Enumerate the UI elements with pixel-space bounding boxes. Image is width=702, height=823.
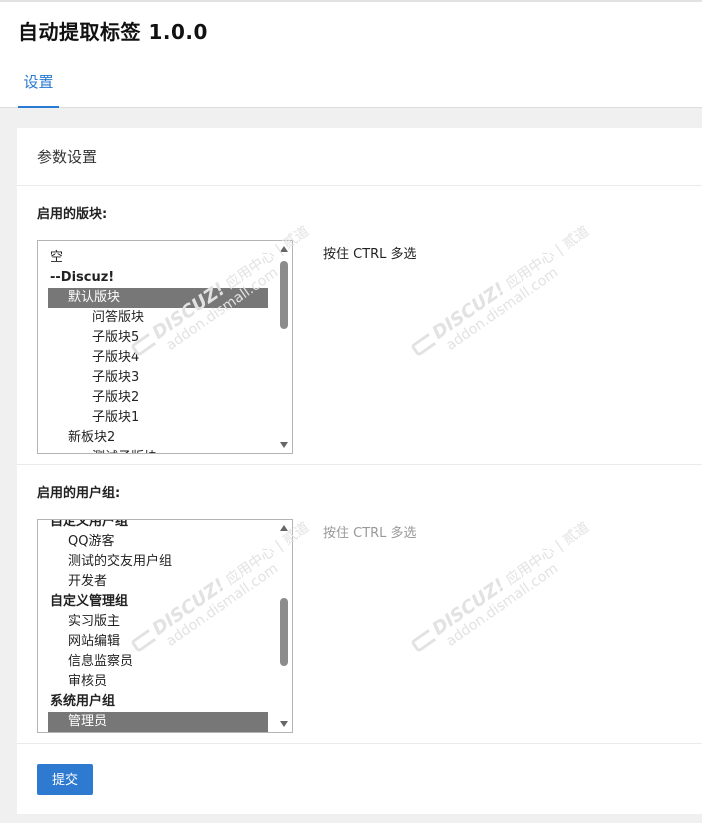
- page-header: 自动提取标签 1.0.0 设置: [0, 2, 702, 108]
- divider: [17, 185, 702, 186]
- scroll-up-arrow-icon[interactable]: [280, 525, 288, 531]
- forums-scrollbar[interactable]: [277, 241, 292, 453]
- divider: [17, 464, 702, 465]
- scroll-thumb[interactable]: [280, 261, 288, 329]
- select-option[interactable]: 问答版块: [38, 308, 278, 328]
- forums-option-list: 空 --Discuz! 默认版块 问答版块 子版块5 子版块4 子版块3 子版块2 子版块1 新板…: [38, 248, 278, 453]
- watermark: DISCUZ! 应用中心 | 贰道 addon.dismall.com: [409, 519, 601, 668]
- panel-title: 参数设置: [37, 148, 98, 166]
- select-option[interactable]: 默认版块: [48, 288, 268, 308]
- select-option[interactable]: 开发者: [38, 572, 278, 592]
- select-option[interactable]: QQ游客: [38, 532, 278, 552]
- select-option[interactable]: 实习版主: [38, 612, 278, 632]
- submit-button[interactable]: 提交: [37, 764, 93, 795]
- select-option[interactable]: 信息监察员: [38, 652, 278, 672]
- select-option[interactable]: 子版块3: [38, 368, 278, 388]
- select-option[interactable]: 子版块4: [38, 348, 278, 368]
- discuz-logo-icon: [410, 333, 437, 358]
- select-option[interactable]: 子版块2: [38, 388, 278, 408]
- select-option[interactable]: 测试子版块: [38, 448, 278, 453]
- option-group: 自定义管理组: [50, 594, 129, 609]
- usergroups-hint: 按住 CTRL 多选: [323, 526, 417, 541]
- tab-settings[interactable]: 设置: [18, 64, 59, 108]
- watermark: DISCUZ! 应用中心 | 贰道 addon.dismall.com: [409, 223, 601, 372]
- forums-select[interactable]: 空 --Discuz! 默认版块 问答版块 子版块5 子版块4 子版块3 子版块2 子版块1 新板…: [37, 240, 293, 454]
- select-option[interactable]: 子版块5: [38, 328, 278, 348]
- select-option[interactable]: 新板块2: [38, 428, 278, 448]
- usergroups-option-list: 自定义用户组 QQ游客 测试的交友用户组 开发者自定义管理组实习版主 网站编辑 信息监察员…: [38, 519, 278, 732]
- select-option[interactable]: --Discuz!: [38, 268, 278, 288]
- option-group: 自定义用户组: [50, 519, 129, 529]
- forums-label: 启用的版块:: [37, 207, 108, 222]
- page-title: 自动提取标签 1.0.0: [18, 20, 208, 44]
- usergroups-label: 启用的用户组:: [37, 486, 121, 501]
- select-option[interactable]: 子版块1: [38, 408, 278, 428]
- scroll-thumb[interactable]: [280, 598, 288, 666]
- divider: [17, 743, 702, 744]
- scroll-down-arrow-icon[interactable]: [280, 721, 288, 727]
- forums-hint: 按住 CTRL 多选: [323, 247, 417, 262]
- scroll-up-arrow-icon[interactable]: [280, 246, 288, 252]
- scroll-down-arrow-icon[interactable]: [280, 442, 288, 448]
- select-option[interactable]: 管理员: [48, 712, 268, 732]
- select-option[interactable]: 网站编辑: [38, 632, 278, 652]
- option-group: 系统用户组: [50, 694, 116, 709]
- settings-panel: 参数设置 启用的版块: 空 --Discuz! 默认版块 问答版块 子版块5 子版块4 子版…: [17, 128, 702, 814]
- usergroups-select[interactable]: 自定义用户组 QQ游客 测试的交友用户组 开发者自定义管理组实习版主 网站编辑 信息监察员…: [37, 519, 293, 733]
- select-option[interactable]: 空: [38, 248, 278, 268]
- usergroups-scrollbar[interactable]: [277, 520, 292, 732]
- discuz-logo-icon: [410, 629, 437, 654]
- select-option[interactable]: 测试的交友用户组: [38, 552, 278, 572]
- select-option[interactable]: 审核员: [38, 672, 278, 692]
